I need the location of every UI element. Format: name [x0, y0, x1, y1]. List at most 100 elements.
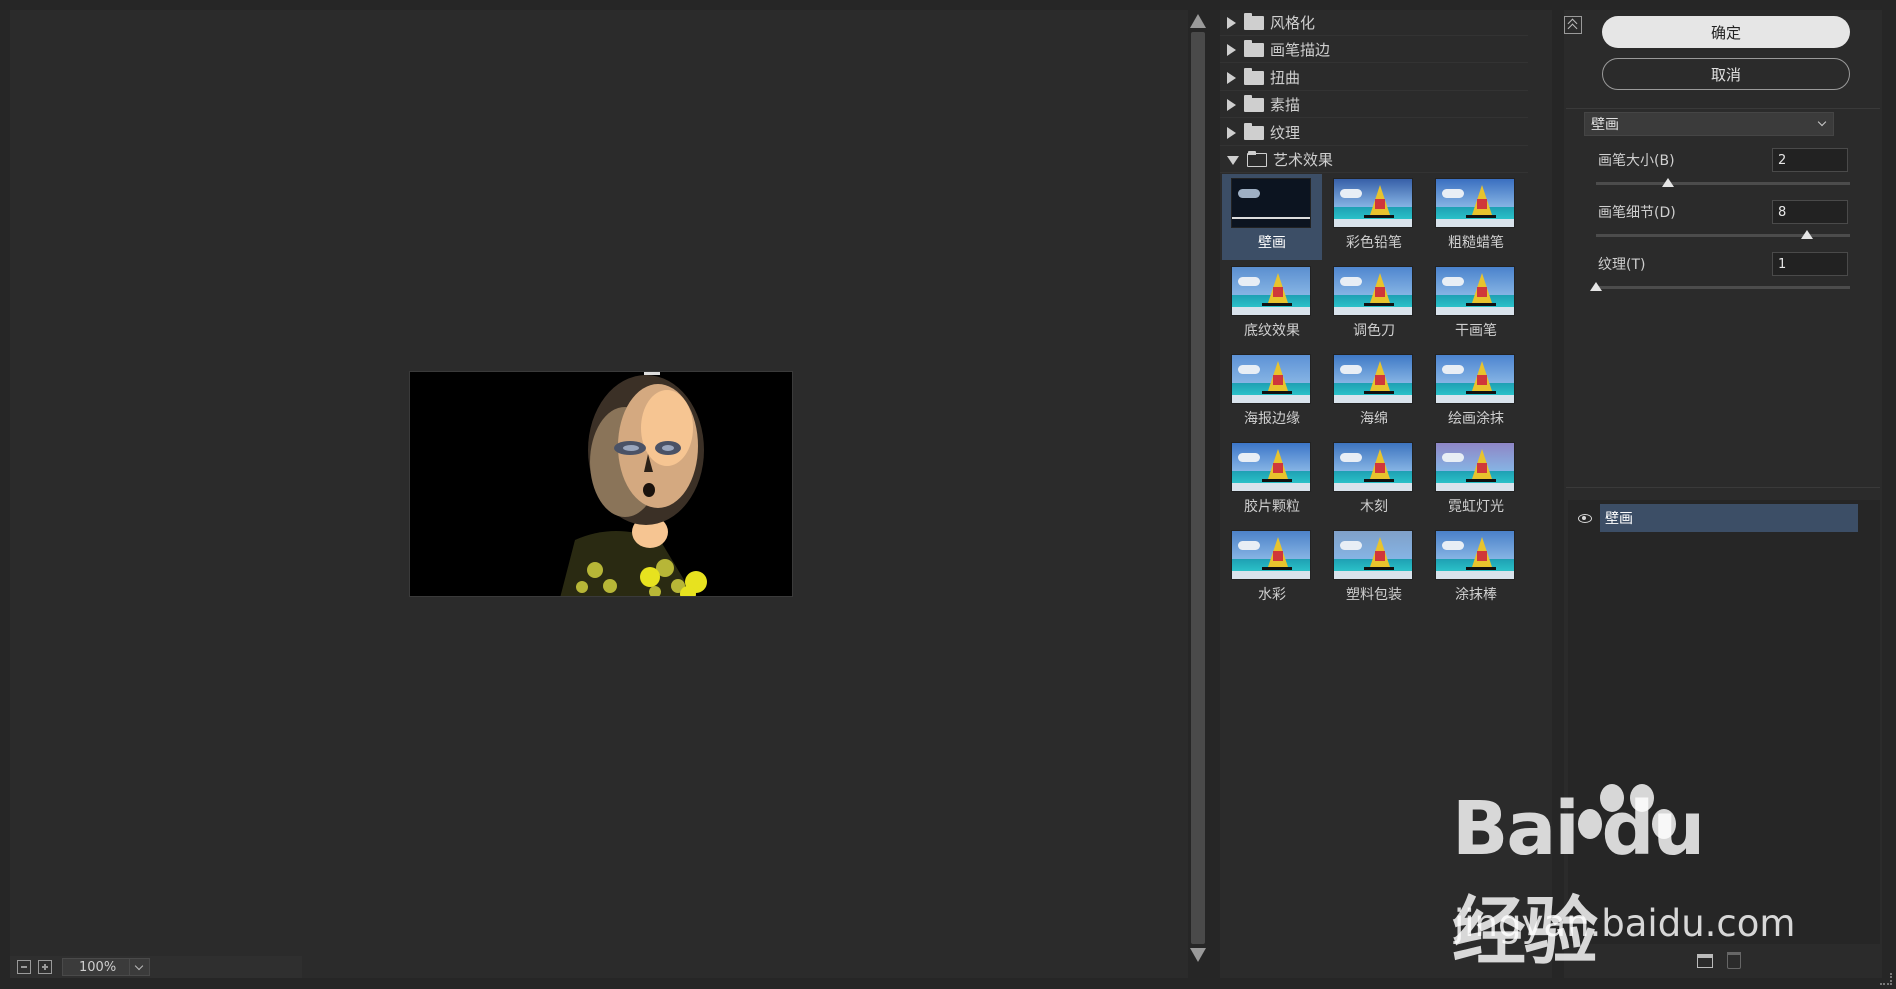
scroll-up-icon[interactable] [1190, 14, 1206, 28]
preview-scrollbar[interactable] [1188, 10, 1208, 966]
filter-preview-image [1231, 178, 1311, 228]
filter-thumbnail[interactable]: 调色刀 [1324, 262, 1424, 348]
filter-thumbnail-label: 海绵 [1360, 411, 1388, 427]
filter-preview-image [1333, 530, 1413, 580]
filter-thumbnail[interactable]: 绘画涂抹 [1426, 350, 1526, 436]
filter-preview-image [1333, 178, 1413, 228]
filter-preview-image [1435, 266, 1515, 316]
scroll-track[interactable] [1191, 32, 1205, 944]
watermark-logo: Bai du 经验 [1452, 786, 1705, 975]
filter-thumbnail-label: 水彩 [1258, 587, 1286, 603]
zoom-value: 100% [79, 959, 117, 975]
cancel-button[interactable]: 取消 [1602, 58, 1850, 90]
filter-thumbnail-label: 调色刀 [1353, 323, 1395, 339]
filter-thumbnail-label: 彩色铅笔 [1346, 235, 1402, 251]
brush-size-slider[interactable] [1596, 178, 1850, 187]
preview-image [409, 371, 793, 597]
filter-preview-image [1231, 530, 1311, 580]
chevron-down-icon[interactable] [129, 959, 149, 975]
folder-icon [1244, 12, 1264, 30]
filter-thumbnail[interactable]: 霓虹灯光 [1426, 438, 1526, 524]
category-label: 扭曲 [1270, 69, 1301, 87]
zoom-in-icon[interactable] [38, 960, 52, 974]
filter-thumbnail-label: 壁画 [1258, 235, 1286, 251]
brush-detail-input[interactable]: 8 [1772, 200, 1848, 224]
filter-thumbnail-label: 绘画涂抹 [1448, 411, 1504, 427]
category-sketch[interactable]: 素描 [1220, 92, 1528, 118]
filter-thumbnail-label: 海报边缘 [1244, 411, 1300, 427]
filter-thumbnail[interactable]: 木刻 [1324, 438, 1424, 524]
category-label: 素描 [1270, 96, 1301, 114]
open-folder-icon [1247, 150, 1267, 167]
filter-thumbnail-label: 霓虹灯光 [1448, 499, 1504, 515]
zoom-select[interactable]: 100% [62, 958, 150, 976]
texture-input[interactable]: 1 [1772, 252, 1848, 276]
filter-thumbnail[interactable]: 胶片颗粒 [1222, 438, 1322, 524]
filter-thumbnail-label: 粗糙蜡笔 [1448, 235, 1504, 251]
zoom-bar: 100% [10, 956, 302, 978]
filter-preview-image [1333, 354, 1413, 404]
slider-handle[interactable] [1662, 178, 1674, 187]
category-distort[interactable]: 扭曲 [1220, 65, 1528, 91]
expand-arrow-icon [1227, 126, 1236, 139]
resize-grip-icon[interactable] [1880, 973, 1892, 985]
category-label: 画笔描边 [1270, 41, 1331, 59]
category-brush-strokes[interactable]: 画笔描边 [1220, 37, 1528, 63]
filter-thumbnail[interactable]: 塑料包装 [1324, 526, 1424, 612]
filter-preview-image [1435, 354, 1515, 404]
filter-preview-image [1435, 442, 1515, 492]
filter-preview-image [1231, 442, 1311, 492]
effect-layer-name: 壁画 [1600, 504, 1858, 532]
brush-size-input[interactable]: 2 [1772, 148, 1848, 172]
chevron-down-icon [1817, 117, 1827, 127]
filter-preview-image [1231, 266, 1311, 316]
scroll-down-icon[interactable] [1190, 948, 1206, 962]
param-label-brush-detail: 画笔细节(D) [1598, 205, 1676, 221]
slider-handle[interactable] [1801, 230, 1813, 239]
filter-thumbnail[interactable]: 干画笔 [1426, 262, 1526, 348]
zoom-out-icon[interactable] [17, 960, 31, 974]
expand-arrow-icon [1227, 71, 1236, 84]
slider-handle[interactable] [1590, 282, 1602, 291]
filter-thumbnail-label: 底纹效果 [1244, 323, 1300, 339]
filter-thumbnail-label: 木刻 [1360, 499, 1388, 515]
folder-icon [1244, 94, 1264, 112]
brush-detail-slider[interactable] [1596, 230, 1850, 239]
filter-thumbnail[interactable]: 涂抹棒 [1426, 526, 1526, 612]
filter-preview-image [1333, 266, 1413, 316]
filter-thumbnail[interactable]: 底纹效果 [1222, 262, 1322, 348]
category-label: 艺术效果 [1273, 151, 1334, 169]
preview-canvas-area[interactable] [10, 10, 1188, 978]
filter-preview-image [1435, 178, 1515, 228]
texture-slider[interactable] [1590, 282, 1850, 291]
filter-thumbnail-label: 塑料包装 [1346, 587, 1402, 603]
filter-thumbnail[interactable]: 粗糙蜡笔 [1426, 174, 1526, 260]
filter-thumbnail[interactable]: 海绵 [1324, 350, 1424, 436]
param-label-brush-size: 画笔大小(B) [1598, 153, 1675, 169]
folder-icon [1244, 67, 1264, 85]
filter-thumbnail[interactable]: 壁画 [1222, 174, 1322, 260]
eye-icon[interactable] [1578, 513, 1592, 523]
category-stylize[interactable]: 风格化 [1220, 10, 1528, 36]
category-artistic[interactable]: 艺术效果 [1220, 147, 1528, 173]
category-label: 纹理 [1270, 124, 1301, 142]
filter-preview-image [1435, 530, 1515, 580]
effect-layer[interactable]: 壁画 [1568, 504, 1858, 532]
category-texture[interactable]: 纹理 [1220, 120, 1528, 146]
watermark-url: jingyan.baidu.com [1454, 902, 1796, 945]
param-label-texture: 纹理(T) [1598, 257, 1646, 273]
folder-icon [1244, 39, 1264, 57]
filter-preview-image [1333, 442, 1413, 492]
filter-thumbnail[interactable]: 彩色铅笔 [1324, 174, 1424, 260]
category-label: 风格化 [1270, 14, 1316, 32]
expand-arrow-icon [1227, 98, 1236, 111]
double-chevron-up-icon[interactable] [1564, 16, 1582, 34]
filter-thumbnail[interactable]: 水彩 [1222, 526, 1322, 612]
filter-thumbnail[interactable]: 海报边缘 [1222, 350, 1322, 436]
filter-select[interactable]: 壁画 [1584, 112, 1834, 136]
baidu-jingyan-watermark: Bai du 经验 jingyan.baidu.com [1452, 784, 1796, 975]
expand-arrow-icon [1227, 16, 1236, 29]
ok-button[interactable]: 确定 [1602, 16, 1850, 48]
filter-select-value: 壁画 [1591, 117, 1619, 133]
filter-thumbnail-label: 胶片颗粒 [1244, 499, 1300, 515]
